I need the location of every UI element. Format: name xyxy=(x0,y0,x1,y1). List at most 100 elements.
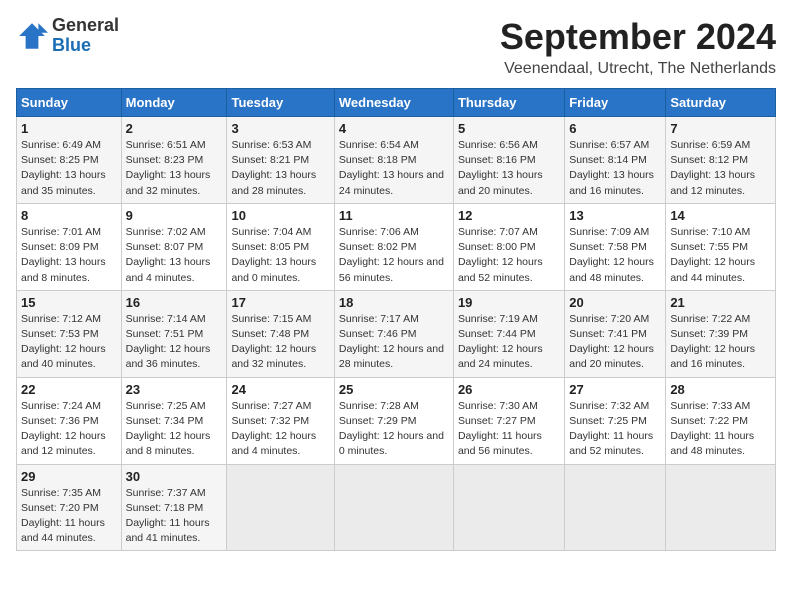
calendar-cell: 4 Sunrise: 6:54 AMSunset: 8:18 PMDaylight… xyxy=(334,117,453,204)
calendar-cell xyxy=(227,464,334,551)
logo-text: General Blue xyxy=(52,16,119,56)
day-number: 14 xyxy=(670,208,771,223)
week-row-2: 8 Sunrise: 7:01 AMSunset: 8:09 PMDaylight… xyxy=(17,203,776,290)
day-header-wednesday: Wednesday xyxy=(334,89,453,117)
day-info: Sunrise: 6:57 AMSunset: 8:14 PMDaylight:… xyxy=(569,138,661,199)
month-title: September 2024 xyxy=(500,16,776,58)
day-info: Sunrise: 7:25 AMSunset: 7:34 PMDaylight:… xyxy=(126,399,223,460)
calendar-cell: 5 Sunrise: 6:56 AMSunset: 8:16 PMDaylight… xyxy=(453,117,564,204)
day-info: Sunrise: 7:30 AMSunset: 7:27 PMDaylight:… xyxy=(458,399,560,460)
day-number: 1 xyxy=(21,121,117,136)
day-info: Sunrise: 7:37 AMSunset: 7:18 PMDaylight:… xyxy=(126,486,223,547)
location: Veenendaal, Utrecht, The Netherlands xyxy=(500,60,776,78)
day-info: Sunrise: 6:56 AMSunset: 8:16 PMDaylight:… xyxy=(458,138,560,199)
day-number: 6 xyxy=(569,121,661,136)
logo-blue: Blue xyxy=(52,35,91,55)
day-number: 12 xyxy=(458,208,560,223)
logo: General Blue xyxy=(16,16,119,56)
week-row-1: 1 Sunrise: 6:49 AMSunset: 8:25 PMDaylight… xyxy=(17,117,776,204)
calendar-cell: 29 Sunrise: 7:35 AMSunset: 7:20 PMDayligh… xyxy=(17,464,122,551)
calendar-cell: 16 Sunrise: 7:14 AMSunset: 7:51 PMDayligh… xyxy=(121,290,227,377)
calendar-cell: 14 Sunrise: 7:10 AMSunset: 7:55 PMDayligh… xyxy=(666,203,776,290)
day-header-saturday: Saturday xyxy=(666,89,776,117)
day-number: 5 xyxy=(458,121,560,136)
day-info: Sunrise: 6:49 AMSunset: 8:25 PMDaylight:… xyxy=(21,138,117,199)
calendar-body: 1 Sunrise: 6:49 AMSunset: 8:25 PMDaylight… xyxy=(17,117,776,551)
day-info: Sunrise: 7:01 AMSunset: 8:09 PMDaylight:… xyxy=(21,225,117,286)
day-number: 8 xyxy=(21,208,117,223)
day-number: 27 xyxy=(569,382,661,397)
calendar-cell: 22Sunrise: 7:24 AMSunset: 7:36 PMDayligh… xyxy=(17,377,122,464)
day-info: Sunrise: 7:33 AMSunset: 7:22 PMDaylight:… xyxy=(670,399,771,460)
day-number: 9 xyxy=(126,208,223,223)
day-number: 11 xyxy=(339,208,449,223)
day-number: 29 xyxy=(21,469,117,484)
day-number: 17 xyxy=(231,295,329,310)
calendar-cell: 2Sunrise: 6:51 AMSunset: 8:23 PMDaylight… xyxy=(121,117,227,204)
day-number: 20 xyxy=(569,295,661,310)
day-info: Sunrise: 7:17 AMSunset: 7:46 PMDaylight:… xyxy=(339,312,449,373)
day-info: Sunrise: 6:53 AMSunset: 8:21 PMDaylight:… xyxy=(231,138,329,199)
week-row-4: 22Sunrise: 7:24 AMSunset: 7:36 PMDayligh… xyxy=(17,377,776,464)
day-number: 16 xyxy=(126,295,223,310)
header: General Blue September 2024 Veenendaal, … xyxy=(16,16,776,78)
day-info: Sunrise: 7:35 AMSunset: 7:20 PMDaylight:… xyxy=(21,486,117,547)
calendar-cell xyxy=(666,464,776,551)
day-info: Sunrise: 7:15 AMSunset: 7:48 PMDaylight:… xyxy=(231,312,329,373)
day-info: Sunrise: 7:12 AMSunset: 7:53 PMDaylight:… xyxy=(21,312,117,373)
day-number: 10 xyxy=(231,208,329,223)
day-info: Sunrise: 7:09 AMSunset: 7:58 PMDaylight:… xyxy=(569,225,661,286)
calendar-cell: 8 Sunrise: 7:01 AMSunset: 8:09 PMDaylight… xyxy=(17,203,122,290)
calendar-cell: 27 Sunrise: 7:32 AMSunset: 7:25 PMDayligh… xyxy=(565,377,666,464)
day-number: 7 xyxy=(670,121,771,136)
day-info: Sunrise: 6:59 AMSunset: 8:12 PMDaylight:… xyxy=(670,138,771,199)
day-number: 22 xyxy=(21,382,117,397)
calendar-cell xyxy=(565,464,666,551)
day-info: Sunrise: 7:10 AMSunset: 7:55 PMDaylight:… xyxy=(670,225,771,286)
day-number: 25 xyxy=(339,382,449,397)
calendar-cell: 6 Sunrise: 6:57 AMSunset: 8:14 PMDaylight… xyxy=(565,117,666,204)
day-info: Sunrise: 6:54 AMSunset: 8:18 PMDaylight:… xyxy=(339,138,449,199)
day-number: 19 xyxy=(458,295,560,310)
calendar-cell: 24Sunrise: 7:27 AMSunset: 7:32 PMDayligh… xyxy=(227,377,334,464)
week-row-5: 29 Sunrise: 7:35 AMSunset: 7:20 PMDayligh… xyxy=(17,464,776,551)
title-area: September 2024 Veenendaal, Utrecht, The … xyxy=(500,16,776,78)
day-number: 21 xyxy=(670,295,771,310)
day-number: 30 xyxy=(126,469,223,484)
calendar-cell: 25Sunrise: 7:28 AMSunset: 7:29 PMDayligh… xyxy=(334,377,453,464)
day-header-friday: Friday xyxy=(565,89,666,117)
calendar-cell: 1 Sunrise: 6:49 AMSunset: 8:25 PMDaylight… xyxy=(17,117,122,204)
day-number: 28 xyxy=(670,382,771,397)
day-number: 2 xyxy=(126,121,223,136)
calendar-cell: 11 Sunrise: 7:06 AMSunset: 8:02 PMDayligh… xyxy=(334,203,453,290)
day-info: Sunrise: 7:06 AMSunset: 8:02 PMDaylight:… xyxy=(339,225,449,286)
calendar-cell: 7 Sunrise: 6:59 AMSunset: 8:12 PMDaylight… xyxy=(666,117,776,204)
calendar-cell: 23 Sunrise: 7:25 AMSunset: 7:34 PMDayligh… xyxy=(121,377,227,464)
day-header-monday: Monday xyxy=(121,89,227,117)
calendar-cell: 10 Sunrise: 7:04 AMSunset: 8:05 PMDayligh… xyxy=(227,203,334,290)
calendar-cell: 9 Sunrise: 7:02 AMSunset: 8:07 PMDaylight… xyxy=(121,203,227,290)
day-header-thursday: Thursday xyxy=(453,89,564,117)
calendar-cell: 26Sunrise: 7:30 AMSunset: 7:27 PMDayligh… xyxy=(453,377,564,464)
day-info: Sunrise: 7:22 AMSunset: 7:39 PMDaylight:… xyxy=(670,312,771,373)
calendar-cell: 28 Sunrise: 7:33 AMSunset: 7:22 PMDayligh… xyxy=(666,377,776,464)
day-info: Sunrise: 7:04 AMSunset: 8:05 PMDaylight:… xyxy=(231,225,329,286)
day-info: Sunrise: 7:20 AMSunset: 7:41 PMDaylight:… xyxy=(569,312,661,373)
day-number: 13 xyxy=(569,208,661,223)
calendar-cell: 30 Sunrise: 7:37 AMSunset: 7:18 PMDayligh… xyxy=(121,464,227,551)
day-info: Sunrise: 7:32 AMSunset: 7:25 PMDaylight:… xyxy=(569,399,661,460)
day-number: 23 xyxy=(126,382,223,397)
day-info: Sunrise: 7:19 AMSunset: 7:44 PMDaylight:… xyxy=(458,312,560,373)
calendar-cell: 13 Sunrise: 7:09 AMSunset: 7:58 PMDayligh… xyxy=(565,203,666,290)
day-header-sunday: Sunday xyxy=(17,89,122,117)
day-header-tuesday: Tuesday xyxy=(227,89,334,117)
day-info: Sunrise: 7:14 AMSunset: 7:51 PMDaylight:… xyxy=(126,312,223,373)
day-info: Sunrise: 7:02 AMSunset: 8:07 PMDaylight:… xyxy=(126,225,223,286)
logo-icon xyxy=(16,20,48,52)
logo-general: General xyxy=(52,15,119,35)
day-info: Sunrise: 7:27 AMSunset: 7:32 PMDaylight:… xyxy=(231,399,329,460)
day-info: Sunrise: 7:07 AMSunset: 8:00 PMDaylight:… xyxy=(458,225,560,286)
day-number: 4 xyxy=(339,121,449,136)
calendar-header-row: SundayMondayTuesdayWednesdayThursdayFrid… xyxy=(17,89,776,117)
day-number: 3 xyxy=(231,121,329,136)
